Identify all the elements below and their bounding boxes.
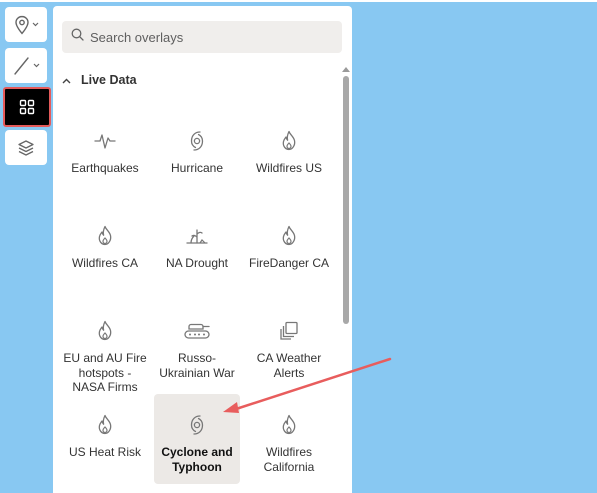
overlay-tile-russo-ukrainian-war[interactable]: Russo-Ukrainian War — [154, 300, 240, 390]
scrollbar[interactable] — [340, 64, 352, 493]
overlay-tile-earthquakes[interactable]: Earthquakes — [62, 110, 148, 200]
overlay-label: Cyclone and Typhoon — [161, 445, 233, 474]
overlay-label: Russo-Ukrainian War — [159, 351, 235, 380]
map-marker-icon — [14, 15, 30, 35]
overlay-label: Earthquakes — [71, 161, 139, 175]
section-title: Live Data — [81, 73, 137, 87]
overlay-label: CA Weather Alerts — [256, 351, 322, 380]
layers-icon — [17, 139, 35, 157]
overlays-button[interactable] — [3, 87, 51, 127]
overlay-label: EU and AU Fire hotspots - NASA Firms — [63, 351, 147, 394]
line-tool-icon — [13, 56, 31, 76]
flame-icon — [96, 414, 114, 436]
flame-icon — [280, 225, 298, 247]
top-edge — [0, 0, 597, 2]
grid-overlays-icon — [19, 99, 35, 115]
overlay-tile-hurricane[interactable]: Hurricane — [154, 110, 240, 200]
layers-button[interactable] — [5, 130, 47, 165]
scroll-up-arrow[interactable] — [342, 67, 350, 72]
chevron-down-icon — [32, 22, 39, 27]
flame-icon — [280, 414, 298, 436]
seismograph-icon — [94, 130, 116, 152]
overlay-label: US Heat Risk — [68, 445, 142, 459]
overlay-label: Wildfires CA — [71, 256, 138, 270]
scroll-thumb[interactable] — [343, 76, 349, 324]
search-icon — [71, 28, 84, 46]
section-header-live-data[interactable]: Live Data — [62, 72, 137, 88]
tank-icon — [183, 320, 211, 342]
hurricane-icon — [189, 414, 205, 436]
overlay-label: Hurricane — [170, 161, 224, 175]
overlay-tile-eu-au-fire-hotspots[interactable]: EU and AU Fire hotspots - NASA Firms — [62, 300, 148, 394]
overlay-label: NA Drought — [165, 256, 229, 270]
overlay-tile-cyclone-and-typhoon[interactable]: Cyclone and Typhoon — [154, 394, 240, 484]
overlay-label: Wildfires California — [263, 445, 315, 474]
drought-icon — [185, 225, 209, 247]
flame-icon — [280, 130, 298, 152]
overlay-tile-na-drought[interactable]: NA Drought — [154, 205, 240, 295]
chevron-down-icon — [33, 63, 40, 68]
overlay-label: FireDanger CA — [248, 256, 330, 270]
overlay-tile-us-heat-risk[interactable]: US Heat Risk — [62, 394, 148, 484]
hurricane-icon — [189, 130, 205, 152]
overlay-tile-wildfires-california[interactable]: Wildfires California — [246, 394, 332, 484]
marker-tool-button[interactable] — [5, 7, 47, 42]
search-input[interactable] — [90, 29, 330, 45]
line-tool-button[interactable] — [5, 48, 47, 83]
overlays-panel: Live Data Earthquakes Hurricane Wildfire… — [53, 6, 352, 493]
flame-icon — [96, 225, 114, 247]
stacked-squares-icon — [279, 320, 299, 342]
overlay-label: Wildfires US — [255, 161, 322, 175]
flame-icon — [96, 320, 114, 342]
overlay-tile-firedanger-ca[interactable]: FireDanger CA — [246, 205, 332, 295]
chevron-up-icon — [62, 71, 71, 89]
overlay-tile-ca-weather-alerts[interactable]: CA Weather Alerts — [246, 300, 332, 390]
overlay-tile-wildfires-us[interactable]: Wildfires US — [246, 110, 332, 200]
search-box[interactable] — [62, 21, 342, 53]
overlay-tile-wildfires-ca[interactable]: Wildfires CA — [62, 205, 148, 295]
